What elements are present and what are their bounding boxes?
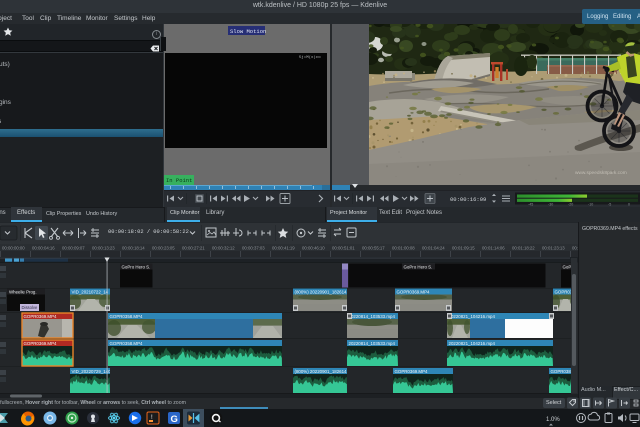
svg-text:00:01:14:06: 00:01:14:06 <box>482 246 505 251</box>
svg-text:00:01:23:13: 00:01:23:13 <box>542 246 565 251</box>
svg-text:00:00:46:10: 00:00:46:10 <box>302 246 325 251</box>
svg-text:VID_20210722_14: VID_20210722_14 <box>72 289 109 294</box>
svg-text:00:00:09:07: 00:00:09:07 <box>62 246 85 251</box>
svg-text:GOPR0358.MP4: GOPR0358.MP4 <box>110 341 144 346</box>
svg-text:00:00:23:05: 00:00:23:05 <box>152 246 175 251</box>
svg-text:00:00:41:19: 00:00:41:19 <box>272 246 295 251</box>
svg-text:00:00:51:01: 00:00:51:01 <box>332 246 355 251</box>
svg-text:00:00:37:03: 00:00:37:03 <box>242 246 265 251</box>
svg-text:20220814_103533.mp4: 20220814_103533.mp4 <box>349 341 396 346</box>
svg-text:-10: -10 <box>588 203 593 207</box>
svg-text:GOPR0358.MP4: GOPR0358.MP4 <box>110 314 144 319</box>
svg-text:GOPR0369.MP4: GOPR0369.MP4 <box>24 314 58 319</box>
svg-text:VID_20220729_140: VID_20220729_140 <box>72 369 112 374</box>
svg-text:-45: -45 <box>528 203 533 207</box>
svg-text:20220821_104216.mp4: 20220821_104216.mp4 <box>449 341 496 346</box>
svg-text:GOPR0369.MP4: GOPR0369.MP4 <box>395 369 429 374</box>
svg-text:00:01:04:24: 00:01:04:24 <box>422 246 445 251</box>
svg-text:GOPR0369.MP4: GOPR0369.MP4 <box>397 289 431 294</box>
svg-text:-5: -5 <box>608 203 611 207</box>
svg-text:00:00:32:12: 00:00:32:12 <box>212 246 235 251</box>
svg-text:00:01:18:22: 00:01:18:22 <box>512 246 535 251</box>
svg-text:20220821_104216.mp4: 20220821_104216.mp4 <box>449 314 496 319</box>
svg-text:GoPro Hero S.: GoPro Hero S. <box>404 264 433 269</box>
svg-text:00:01:09:15: 00:01:09:15 <box>452 246 475 251</box>
svg-text:(800%) 20220901_182614.m: (800%) 20220901_182614.m <box>295 369 352 374</box>
svg-text:00:01:00:08: 00:01:00:08 <box>392 246 415 251</box>
svg-text:0: 0 <box>628 203 630 207</box>
svg-text:20220814_103533.mp4: 20220814_103533.mp4 <box>349 314 396 319</box>
svg-text:Wheelie Prog.: Wheelie Prog. <box>9 289 37 294</box>
svg-text:(800%) 20220901_182614.m: (800%) 20220901_182614.m <box>295 289 352 294</box>
svg-text:GOPR0383: GOPR0383 <box>551 369 574 374</box>
svg-text:1.0%: 1.0% <box>546 417 560 423</box>
svg-text:00:00:55:17: 00:00:55:17 <box>362 246 385 251</box>
svg-text:00:00:04:16: 00:00:04:16 <box>32 246 55 251</box>
svg-text:www.speedsk8park.com: www.speedsk8park.com <box>575 170 627 176</box>
svg-text:-20: -20 <box>568 203 573 207</box>
svg-text:-30: -30 <box>548 203 553 207</box>
svg-text:00:00:00:00: 00:00:00:00 <box>2 246 25 251</box>
svg-text:00:01:28:04: 00:01:28:04 <box>572 246 578 251</box>
svg-text:GoPro Hero S.: GoPro Hero S. <box>122 264 151 269</box>
svg-text:00:00:27:21: 00:00:27:21 <box>182 246 205 251</box>
svg-text:Dissolve: Dissolve <box>22 305 38 310</box>
svg-text:GOPR0369.MP4: GOPR0369.MP4 <box>24 341 58 346</box>
svg-text:00:00:18:14: 00:00:18:14 <box>122 246 145 251</box>
svg-text:00:00:13:23: 00:00:13:23 <box>92 246 115 251</box>
svg-text:G: G <box>171 414 178 425</box>
